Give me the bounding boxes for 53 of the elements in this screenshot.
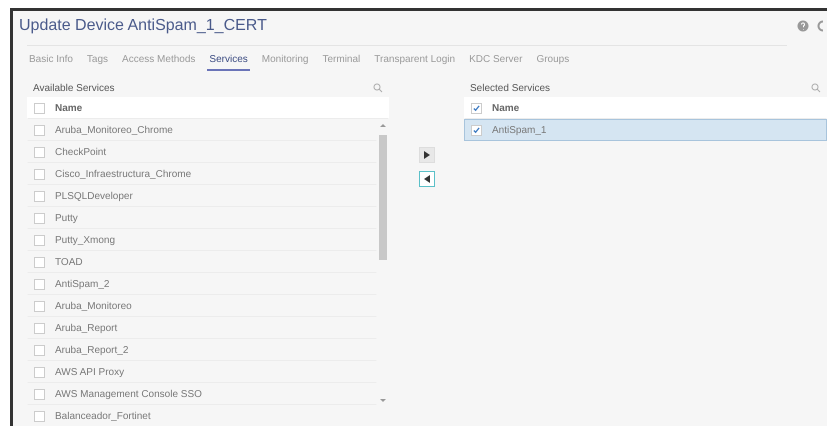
triangle-left-icon [424,175,430,183]
checkbox[interactable] [34,124,45,136]
search-icon[interactable] [811,83,821,93]
checkbox[interactable] [34,190,45,202]
checkbox[interactable] [34,146,45,158]
checkbox[interactable] [34,256,45,268]
window-title: Update Device AntiSpam_1_CERT [19,17,268,35]
list-row[interactable]: AntiSpam_1 [464,119,827,141]
checkbox[interactable] [34,388,45,400]
list-row[interactable]: CheckPoint [27,141,377,163]
checkbox[interactable] [34,300,45,312]
list-row[interactable]: PLSQLDeveloper [27,185,377,207]
panel-title: Selected Services [470,82,550,94]
checkbox[interactable] [34,344,45,356]
tab[interactable]: Terminal [320,54,362,71]
list-row[interactable]: TOAD [27,251,377,273]
checkbox[interactable] [34,410,45,422]
tab[interactable]: Transparent Login [372,54,458,71]
move-right-button[interactable] [418,147,434,163]
panel-title: Available Services [33,82,115,94]
list-row[interactable]: AWS API Proxy [27,361,377,383]
tab[interactable]: Tags [84,54,110,71]
list-row[interactable]: AWS Management Console SSO [27,383,377,405]
column-header[interactable]: Name [492,102,520,114]
tab[interactable]: Groups [534,54,572,71]
checkbox[interactable] [471,102,482,114]
column-header[interactable]: Name [55,102,82,114]
checkbox[interactable] [34,366,45,378]
triangle-right-icon [424,151,430,159]
list-row[interactable]: AntiSpam_2 [27,273,377,295]
checkbox[interactable] [34,168,45,180]
checkbox[interactable] [471,124,482,136]
list-row[interactable]: Aruba_Report_2 [27,339,377,361]
tab[interactable]: Monitoring [260,54,310,71]
tab[interactable]: Basic Info [27,54,75,71]
search-icon[interactable] [373,83,383,93]
list-row[interactable]: Balanceador_Fortinet [27,405,377,426]
list-row[interactable]: Cisco_Infraestructura_Chrome [27,163,377,185]
list-row[interactable]: Putty [27,207,377,229]
tab[interactable]: KDC Server [467,54,524,71]
checkbox[interactable] [34,102,45,114]
list-row[interactable]: Putty_Xmong [27,229,377,251]
checkbox[interactable] [34,212,45,224]
help-icon[interactable] [797,20,809,32]
checkbox[interactable] [34,234,45,246]
checkbox[interactable] [34,322,45,334]
checkbox[interactable] [34,278,45,290]
move-left-button[interactable] [418,171,434,187]
tab[interactable]: Services [207,54,250,71]
tab[interactable]: Access Methods [120,54,198,71]
list-row[interactable]: Aruba_Report [27,317,377,339]
list-row[interactable]: Aruba_Monitoreo_Chrome [27,119,377,141]
list-row[interactable]: Aruba_Monitoreo [27,295,377,317]
